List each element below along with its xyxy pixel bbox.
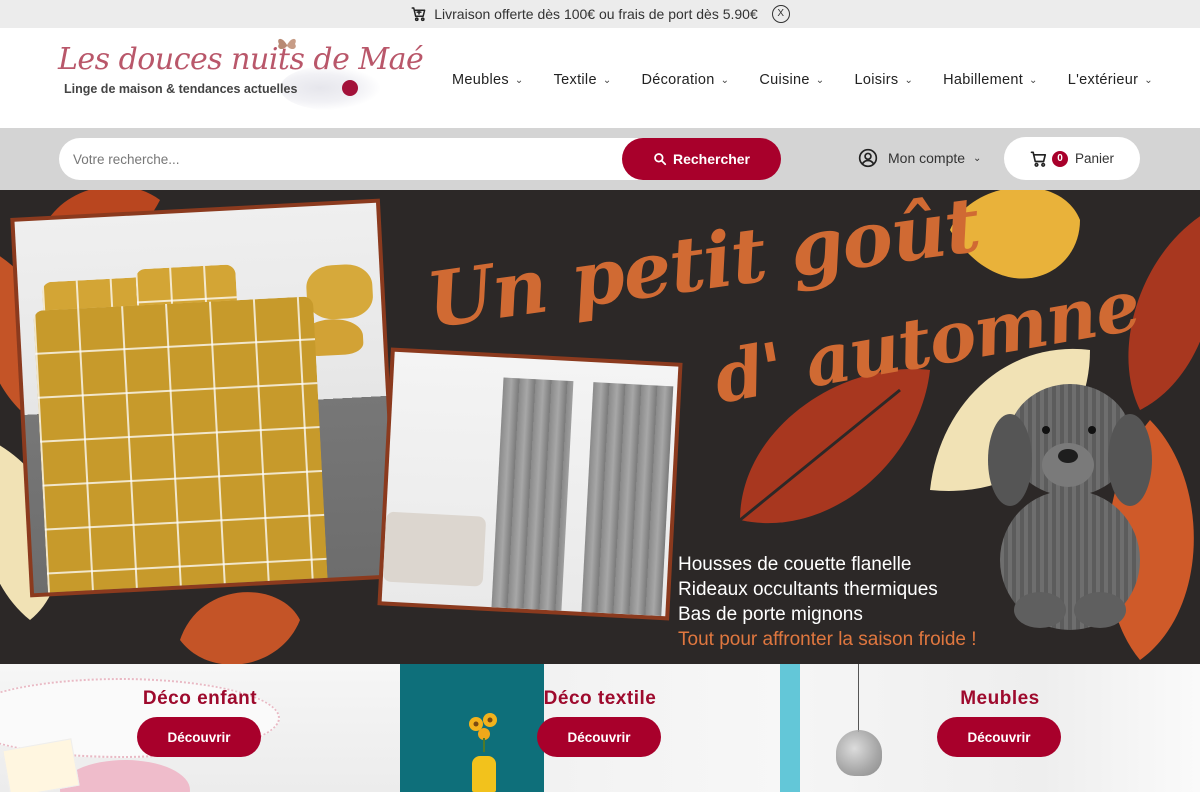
bed-duvet bbox=[33, 296, 328, 594]
chevron-down-icon: ⌄ bbox=[815, 74, 825, 86]
search-button[interactable]: Rechercher bbox=[622, 138, 781, 180]
search-button-label: Rechercher bbox=[672, 151, 751, 167]
site-logo[interactable]: Les douces nuits de Maé Linge de maison … bbox=[58, 36, 424, 116]
close-icon[interactable]: X bbox=[771, 5, 790, 23]
user-icon bbox=[858, 148, 878, 168]
category-title: Déco enfant bbox=[142, 688, 258, 709]
announcement-text: Livraison offerte dès 100€ ou frais de p… bbox=[434, 6, 758, 22]
chair-back bbox=[305, 263, 374, 321]
pink-rug-image bbox=[60, 760, 190, 792]
cart-label: Panier bbox=[1075, 151, 1115, 166]
nav-item-label: Meubles bbox=[452, 72, 509, 88]
nav-item-habillement[interactable]: Habillement ⌄ bbox=[943, 72, 1038, 88]
cart-count-badge: 0 bbox=[1052, 150, 1068, 167]
nav-item-label: L'extérieur bbox=[1067, 72, 1139, 88]
chevron-down-icon: ⌄ bbox=[1029, 74, 1038, 86]
category-title: Meubles bbox=[960, 688, 1040, 709]
hero-line: Housses de couette flanelle bbox=[678, 554, 912, 575]
hero-line: Bas de porte mignons bbox=[678, 604, 863, 625]
cart-icon bbox=[411, 7, 426, 22]
cart-button[interactable]: 0 Panier bbox=[1004, 137, 1140, 180]
leaf-decoration bbox=[180, 592, 300, 664]
nav-item-exterieur[interactable]: L'extérieur ⌄ bbox=[1068, 72, 1153, 88]
chevron-down-icon: ⌄ bbox=[1144, 74, 1153, 86]
discover-button[interactable]: Découvrir bbox=[537, 717, 661, 757]
nav-item-textile[interactable]: Textile ⌄ bbox=[554, 72, 612, 88]
chevron-down-icon: ⌄ bbox=[904, 74, 914, 86]
nav-item-loisirs[interactable]: Loisirs ⌄ bbox=[854, 72, 913, 88]
nav-item-label: Cuisine bbox=[759, 72, 810, 88]
discover-button[interactable]: Découvrir bbox=[937, 717, 1061, 757]
category-card-deco-textile[interactable]: Déco textile Découvrir bbox=[400, 664, 800, 792]
plush-dog-image bbox=[988, 384, 1152, 630]
nav-item-meubles[interactable]: Meubles ⌄ bbox=[452, 72, 524, 88]
pendant-lamp-image bbox=[836, 730, 882, 776]
account-label: Mon compte bbox=[888, 150, 966, 166]
logo-title: Les douces nuits de Maé bbox=[58, 42, 424, 77]
nav-item-decoration[interactable]: Décoration ⌄ bbox=[642, 72, 730, 88]
hero-banner[interactable]: Un petit goût d' automne Housses de coue… bbox=[0, 190, 1200, 664]
category-strip: Déco enfant Découvrir Déco textile Décou… bbox=[0, 664, 1200, 792]
hero-line: Rideaux occultants thermiques bbox=[678, 579, 938, 600]
main-nav: Meubles ⌄ Textile ⌄ Décoration ⌄ Cuisine ⌄ L… bbox=[452, 72, 1183, 88]
cart-icon bbox=[1030, 151, 1047, 167]
announcement-bar: Livraison offerte dès 100€ ou frais de p… bbox=[0, 0, 1200, 28]
hero-text: Housses de couette flanelle Rideaux occu… bbox=[678, 552, 977, 652]
chevron-down-icon: ⌄ bbox=[973, 152, 982, 164]
sunflower-image bbox=[469, 713, 497, 752]
category-card-meubles[interactable]: Meubles Découvrir bbox=[800, 664, 1200, 792]
search-bar: Rechercher Mon compte ⌄ 0 Panier bbox=[0, 128, 1200, 190]
category-card-deco-enfant[interactable]: Déco enfant Découvrir bbox=[0, 664, 400, 792]
sofa bbox=[382, 511, 487, 587]
nav-item-label: Textile bbox=[553, 72, 597, 88]
nav-item-label: Décoration bbox=[641, 72, 715, 88]
curtain-panel bbox=[581, 382, 674, 617]
logo-subtitle: Linge de maison & tendances actuelles bbox=[64, 82, 298, 96]
vase-image bbox=[472, 756, 496, 792]
chevron-down-icon: ⌄ bbox=[720, 74, 730, 86]
curtain-panel bbox=[491, 377, 574, 611]
nav-item-label: Loisirs bbox=[854, 72, 899, 88]
site-header: Les douces nuits de Maé Linge de maison … bbox=[0, 28, 1200, 128]
account-menu[interactable]: Mon compte ⌄ bbox=[858, 148, 981, 168]
nav-item-cuisine[interactable]: Cuisine ⌄ bbox=[759, 72, 824, 88]
discover-button[interactable]: Découvrir bbox=[137, 717, 261, 757]
chevron-down-icon: ⌄ bbox=[514, 74, 524, 86]
bedroom-photo bbox=[10, 198, 400, 598]
search-icon bbox=[654, 153, 667, 166]
nav-item-label: Habillement bbox=[943, 72, 1024, 88]
curtain-photo bbox=[377, 347, 683, 621]
hero-accent-line: Tout pour affronter la saison froide ! bbox=[678, 629, 977, 650]
ladybug-icon bbox=[342, 80, 358, 96]
category-title: Déco textile bbox=[543, 688, 657, 709]
chevron-down-icon: ⌄ bbox=[602, 74, 612, 86]
